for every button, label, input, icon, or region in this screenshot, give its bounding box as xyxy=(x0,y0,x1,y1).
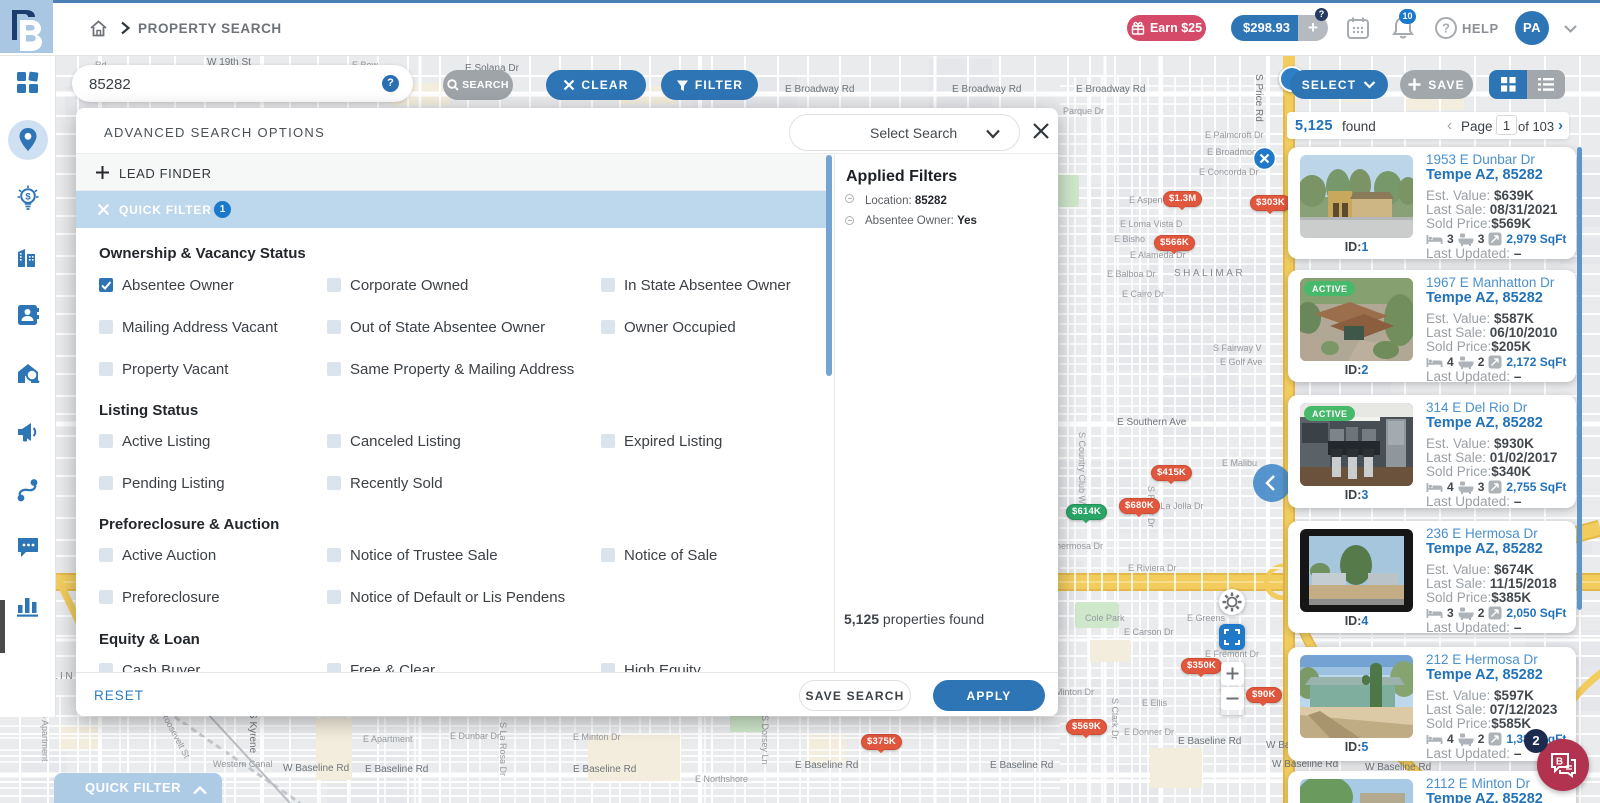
svg-text:$: $ xyxy=(25,192,31,203)
svg-text:B: B xyxy=(1556,757,1563,768)
svg-text:?: ? xyxy=(1442,21,1450,36)
